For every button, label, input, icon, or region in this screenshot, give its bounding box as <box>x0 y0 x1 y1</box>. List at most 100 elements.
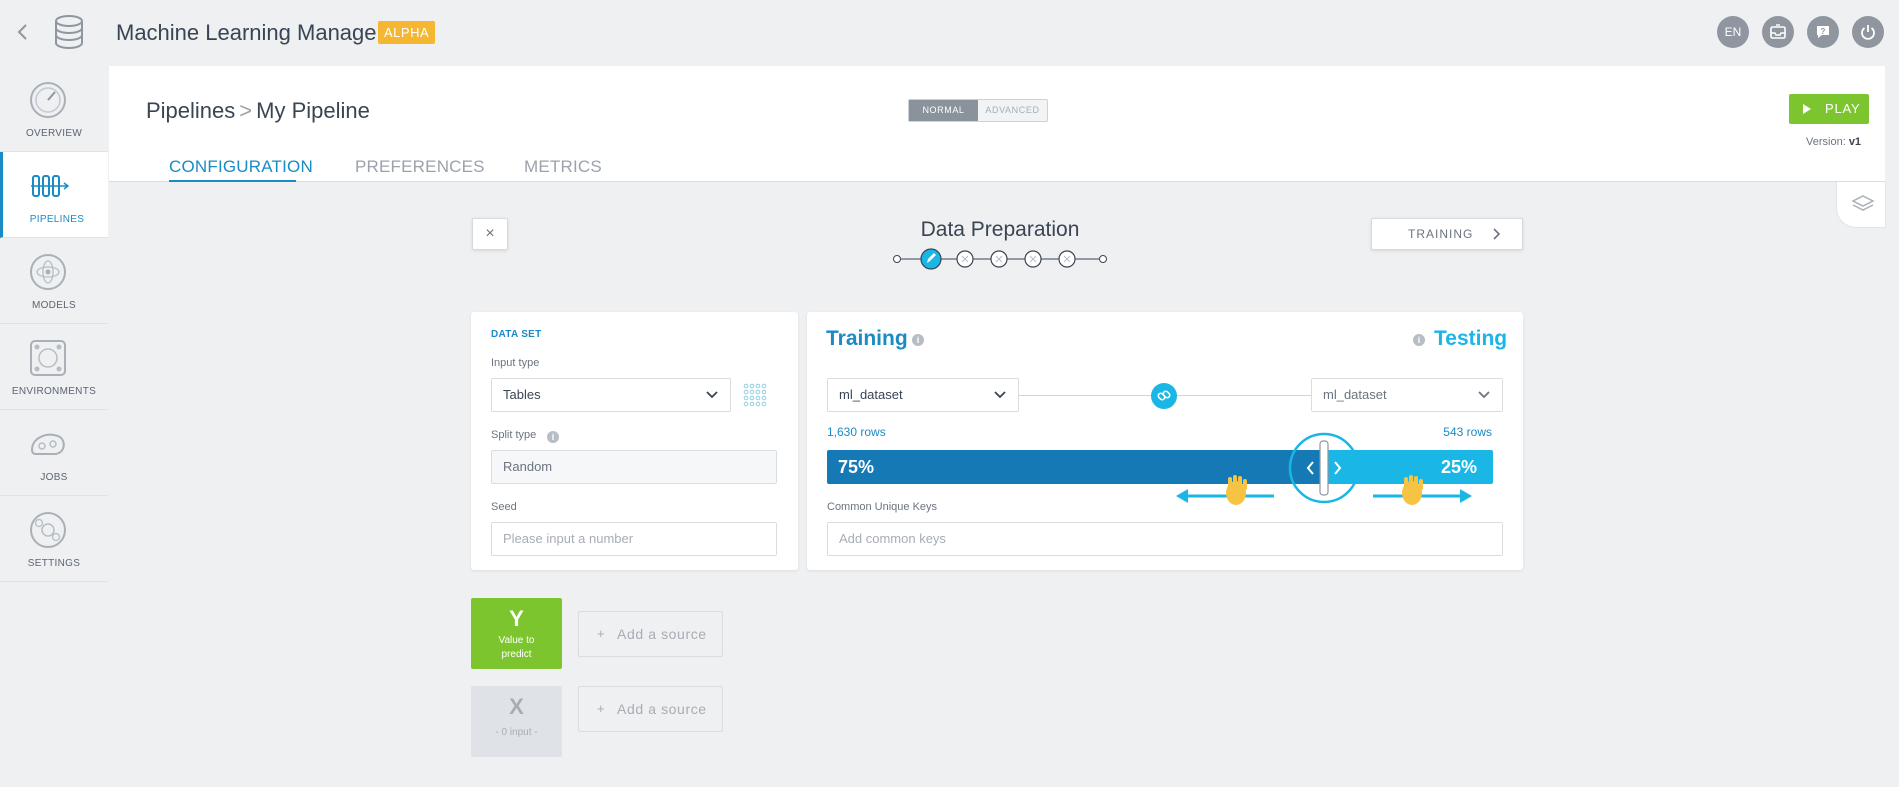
step-endpoint <box>1099 255 1107 263</box>
sidebar-item-environments[interactable]: ENVIRONMENTS <box>0 324 108 410</box>
feature-x-letter: X <box>509 694 524 719</box>
top-bar: Machine Learning Manager ALPHA EN ? <box>0 0 1899 66</box>
svg-text:?: ? <box>1821 27 1826 36</box>
chevron-right-icon <box>1493 228 1501 240</box>
pipeline-icon <box>31 175 70 197</box>
inbox-icon <box>1770 24 1786 39</box>
sidebar-item-label: OVERVIEW <box>25 128 83 139</box>
step-title: Data Preparation <box>920 218 1080 241</box>
sidebar-item-label: PIPELINES <box>29 214 85 225</box>
breadcrumb-separator: > <box>239 98 253 123</box>
version-value: v1 <box>1848 136 1862 148</box>
database-icon <box>55 15 83 49</box>
training-title: Training <box>826 327 908 350</box>
sidebar-item-label: ENVIRONMENTS <box>11 386 97 397</box>
common-keys-label: Common Unique Keys <box>827 501 938 513</box>
feature-x-caption: - 0 input - <box>495 727 538 738</box>
help-chat-icon: ? <box>1817 26 1829 38</box>
target-y-letter: Y <box>509 606 524 631</box>
alpha-badge: ALPHA <box>378 21 436 44</box>
app-title: Machine Learning Manager <box>116 20 384 45</box>
power-icon <box>1861 25 1875 40</box>
close-wizard-button[interactable]: × <box>472 218 508 250</box>
dataset-section-title: DATA SET <box>491 329 542 340</box>
step-1-dot <box>920 248 942 270</box>
layers-panel-toggle[interactable] <box>1836 182 1886 228</box>
mode-toggle[interactable]: NORMAL ADVANCED <box>908 99 1048 122</box>
info-icon[interactable]: i <box>912 334 924 346</box>
split-type-field[interactable]: Random <box>491 450 777 484</box>
step-endpoint <box>893 255 901 263</box>
jobs-icon <box>30 433 65 455</box>
common-keys-input[interactable]: Add common keys <box>827 522 1503 556</box>
power-button[interactable] <box>1852 16 1884 48</box>
step-5-dot <box>1058 250 1076 268</box>
hand-icon <box>1226 475 1247 505</box>
info-icon[interactable]: i <box>1413 334 1425 346</box>
testing-row-count: 543 rows <box>1443 425 1492 439</box>
help-button[interactable]: ? <box>1807 16 1839 48</box>
add-y-source-label: Add a source <box>617 626 707 642</box>
sidebar: OVERVIEW PIPELINES MODELS ENVIRONMENTS J… <box>0 66 108 586</box>
step-2-dot <box>956 250 974 268</box>
breadcrumb: Pipelines > My Pipeline <box>146 98 370 124</box>
sidebar-item-label: SETTINGS <box>27 558 81 569</box>
version-info: Version: v1 <box>1806 136 1861 148</box>
chevron-down-icon <box>994 391 1006 399</box>
tab-divider <box>109 181 1885 182</box>
testing-dataset-value: ml_dataset <box>1323 387 1387 402</box>
input-type-value: Tables <box>503 387 541 402</box>
training-dataset-select[interactable]: ml_dataset <box>827 378 1019 412</box>
training-row-count: 1,630 rows <box>827 425 886 439</box>
layers-icon <box>1851 195 1875 211</box>
testing-dataset-select[interactable]: ml_dataset <box>1311 378 1503 412</box>
grid-view-icon[interactable] <box>743 383 769 409</box>
gear-icon <box>30 512 66 548</box>
next-step-button[interactable]: TRAINING <box>1371 218 1523 250</box>
seed-label: Seed <box>491 501 517 513</box>
sidebar-item-label: JOBS <box>40 472 68 483</box>
sidebar-item-label: MODELS <box>31 300 77 311</box>
input-type-label: Input type <box>491 357 540 369</box>
input-type-select[interactable]: Tables <box>491 378 731 412</box>
play-button[interactable]: PLAY <box>1789 94 1869 124</box>
info-icon[interactable]: i <box>547 431 559 443</box>
gauge-icon <box>30 82 66 118</box>
sidebar-item-jobs[interactable]: JOBS <box>0 410 108 496</box>
notifications-button[interactable] <box>1762 16 1794 48</box>
step-progress <box>893 248 1107 270</box>
tab-metrics[interactable]: METRICS <box>524 157 602 177</box>
seed-input[interactable]: Please input a number <box>491 522 777 556</box>
hand-icon <box>1402 475 1423 505</box>
sidebar-item-overview[interactable]: OVERVIEW <box>0 66 108 152</box>
sidebar-item-models[interactable]: MODELS <box>0 238 108 324</box>
breadcrumb-root[interactable]: Pipelines <box>146 98 235 123</box>
mode-normal-option[interactable]: NORMAL <box>909 100 978 121</box>
tab-configuration[interactable]: CONFIGURATION <box>169 157 313 177</box>
plus-icon: + <box>597 701 606 716</box>
atom-icon <box>30 254 66 290</box>
back-arrow-icon[interactable] <box>12 20 32 44</box>
add-x-source-label: Add a source <box>617 701 707 717</box>
tab-preferences[interactable]: PREFERENCES <box>355 157 485 177</box>
play-button-label: PLAY <box>1825 101 1861 116</box>
sidebar-item-pipelines[interactable]: PIPELINES <box>0 152 108 238</box>
split-type-label: Split type <box>491 429 537 441</box>
target-y-box[interactable]: Y Value to predict <box>471 598 562 669</box>
sidebar-item-settings[interactable]: SETTINGS <box>0 496 108 582</box>
next-step-label: TRAINING <box>1408 227 1474 241</box>
active-tab-indicator <box>169 180 296 182</box>
link-datasets-button[interactable] <box>1151 383 1177 409</box>
drag-hint-icon <box>1176 475 1472 505</box>
chevron-down-icon <box>706 391 718 399</box>
breadcrumb-current: My Pipeline <box>256 98 370 123</box>
add-y-source-button[interactable]: + Add a source <box>578 611 723 657</box>
version-label: Version: <box>1806 136 1846 148</box>
language-button[interactable]: EN <box>1717 16 1749 48</box>
add-x-source-button[interactable]: + Add a source <box>578 686 723 732</box>
feature-x-box[interactable]: X - 0 input - <box>471 686 562 757</box>
play-icon <box>1803 104 1811 114</box>
plus-icon: + <box>597 626 606 641</box>
mode-advanced-option[interactable]: ADVANCED <box>978 100 1047 121</box>
training-dataset-value: ml_dataset <box>839 387 903 402</box>
